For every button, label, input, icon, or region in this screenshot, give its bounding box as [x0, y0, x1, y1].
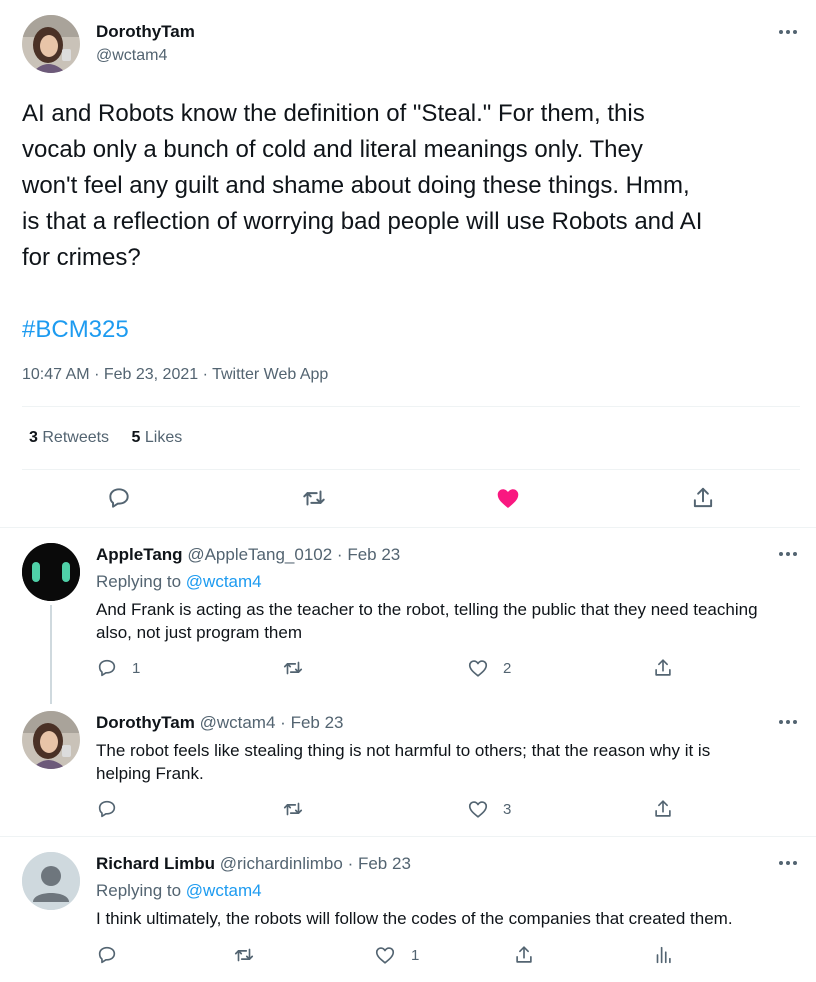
thread-line — [50, 605, 52, 704]
author-name[interactable]: DorothyTam — [96, 22, 195, 42]
tweet-text: AI and Robots know the definition of "St… — [22, 96, 812, 276]
retweets-count: 3 — [29, 429, 38, 446]
tweet-source[interactable]: Twitter Web App — [212, 366, 328, 383]
tweet-time[interactable]: 10:47 AM — [22, 366, 90, 383]
tweet-text-line: AI and Robots know the definition of "St… — [22, 100, 645, 127]
tweet-text-line: for crimes? — [22, 244, 141, 271]
author-handle[interactable]: @wctam4 — [96, 47, 167, 65]
more-options-icon[interactable] — [779, 858, 799, 868]
share-icon[interactable] — [513, 944, 535, 966]
replying-to-handle[interactable]: @wctam4 — [186, 572, 262, 591]
more-options-icon[interactable] — [779, 27, 799, 37]
avatar-dorothytam[interactable] — [22, 15, 80, 73]
share-icon[interactable] — [652, 798, 674, 820]
divider — [22, 406, 800, 407]
like-icon[interactable] — [467, 657, 489, 679]
author-name[interactable]: DorothyTam — [96, 713, 195, 732]
author-handle[interactable]: @AppleTang_0102 — [187, 545, 332, 564]
reply-date[interactable]: Feb 23 — [291, 713, 344, 732]
analytics-icon[interactable] — [652, 944, 674, 966]
avatar-dorothytam[interactable] — [22, 711, 80, 769]
reply-date[interactable]: Feb 23 — [347, 545, 400, 564]
like-count: 2 — [503, 660, 512, 677]
reply-text: I think ultimately, the robots will foll… — [96, 907, 796, 930]
reply-header: AppleTang @AppleTang_0102 · Feb 23 — [96, 545, 400, 565]
like-icon[interactable] — [467, 798, 489, 820]
reply-date[interactable]: Feb 23 — [358, 854, 411, 873]
meta-separator: · — [336, 545, 343, 564]
retweet-icon[interactable] — [301, 485, 327, 511]
retweets-stat[interactable]: 3 Retweets — [29, 429, 114, 446]
reply-icon[interactable] — [96, 944, 118, 966]
author-handle[interactable]: @richardinlimbo — [220, 854, 343, 873]
like-icon-active[interactable] — [495, 485, 521, 511]
meta-separator: · — [280, 713, 286, 732]
reply-text-line: helping Frank. — [96, 764, 204, 783]
divider — [22, 469, 800, 470]
reply-icon[interactable] — [96, 798, 118, 820]
reply-text-line: And Frank is acting as the teacher to th… — [96, 600, 758, 619]
share-icon[interactable] — [690, 485, 716, 511]
retweet-icon[interactable] — [282, 657, 304, 679]
default-avatar-icon[interactable] — [22, 852, 80, 910]
likes-label: Likes — [144, 429, 183, 446]
author-name[interactable]: AppleTang — [96, 545, 183, 564]
reply-icon[interactable] — [96, 657, 118, 679]
more-options-icon[interactable] — [779, 717, 799, 727]
meta-separator: · — [94, 366, 100, 383]
replying-to-label: Replying to — [96, 572, 182, 591]
reply-count: 1 — [132, 660, 141, 677]
author-name[interactable]: Richard Limbu — [96, 854, 215, 873]
like-count: 3 — [503, 801, 512, 818]
meta-separator: · — [202, 366, 208, 383]
tweet-text-line: is that a reflection of worrying bad peo… — [22, 208, 703, 235]
likes-stat[interactable]: 5 Likes — [132, 429, 183, 446]
replying-to: Replying to @wctam4 — [96, 572, 262, 592]
reply-text: And Frank is acting as the teacher to th… — [96, 598, 796, 644]
hashtag-link[interactable]: #BCM325 — [22, 313, 129, 347]
reply-icon[interactable] — [106, 485, 132, 511]
tweet-date[interactable]: Feb 23, 2021 — [104, 366, 198, 383]
avatar-appletang[interactable] — [22, 543, 80, 601]
reply-text: The robot feels like stealing thing is n… — [96, 739, 796, 785]
tweet-meta: 10:47 AM · Feb 23, 2021 · Twitter Web Ap… — [22, 366, 328, 384]
tweet-text-line: won't feel any guilt and shame about doi… — [22, 172, 690, 199]
share-icon[interactable] — [652, 657, 674, 679]
replying-to-handle[interactable]: @wctam4 — [186, 881, 262, 900]
like-icon[interactable] — [374, 944, 396, 966]
reply-header: Richard Limbu @richardinlimbo · Feb 23 — [96, 854, 411, 874]
retweet-icon[interactable] — [233, 944, 255, 966]
retweets-label: Retweets — [42, 429, 110, 446]
section-divider — [0, 836, 816, 837]
likes-count: 5 — [131, 429, 141, 446]
author-handle[interactable]: @wctam4 — [200, 713, 276, 732]
replying-to: Replying to @wctam4 — [96, 881, 262, 901]
reply-text-line: also, not just program them — [96, 623, 302, 642]
reply-text-line: I think ultimately, the robots will foll… — [96, 909, 733, 928]
meta-separator: · — [347, 854, 354, 873]
more-options-icon[interactable] — [779, 549, 799, 559]
tweet-stats: 3 Retweets 5 Likes — [29, 429, 182, 447]
replying-to-label: Replying to — [96, 881, 182, 900]
section-divider — [0, 527, 816, 528]
tweet-text-line: vocab only a bunch of cold and literal m… — [22, 136, 643, 163]
like-count: 1 — [411, 947, 420, 964]
retweet-icon[interactable] — [282, 798, 304, 820]
reply-text-line: The robot feels like stealing thing is n… — [96, 741, 711, 760]
reply-header: DorothyTam @wctam4 · Feb 23 — [96, 713, 344, 733]
